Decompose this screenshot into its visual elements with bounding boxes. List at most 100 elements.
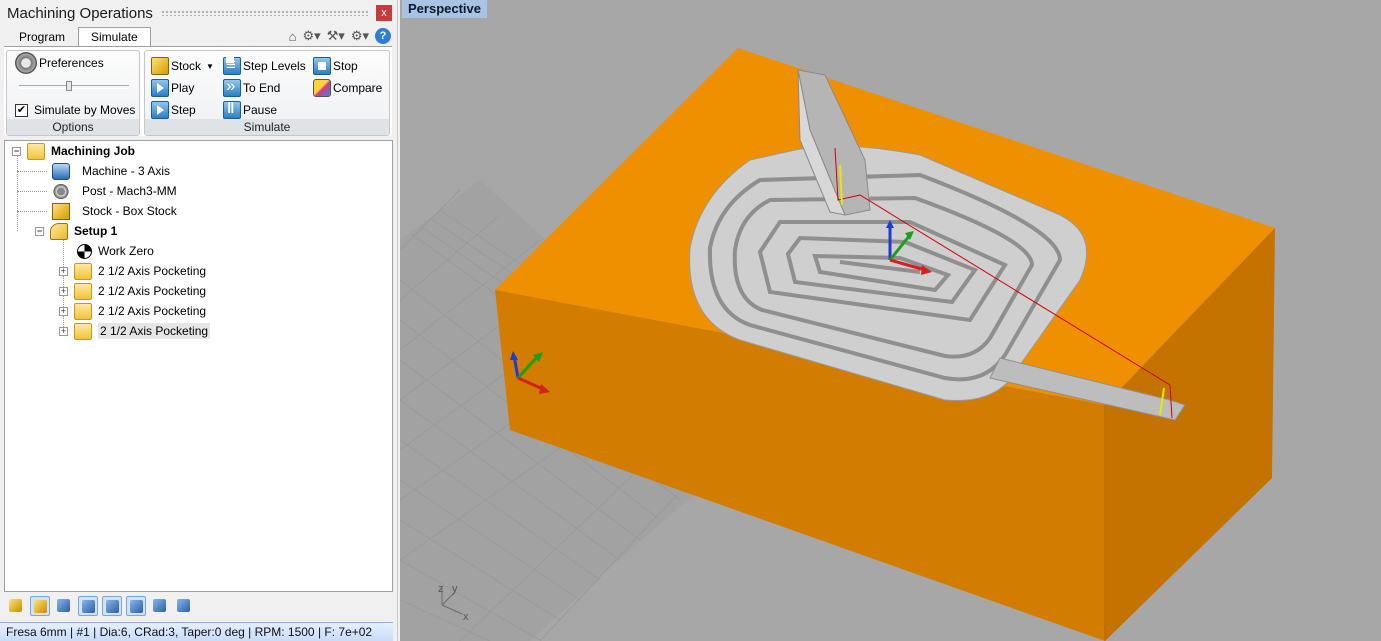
play-label: Play xyxy=(171,81,195,95)
axis-label-y: y xyxy=(452,583,458,595)
play-icon xyxy=(151,79,169,97)
generate-post-icon[interactable] xyxy=(174,596,194,616)
compare-label: Compare xyxy=(333,81,383,95)
tree-node-operation[interactable]: + 2 1/2 Axis Pocketing xyxy=(59,281,206,301)
to-end-label: To End xyxy=(243,81,281,95)
tree-node-stock[interactable]: Stock - Box Stock xyxy=(52,201,177,221)
tree-node-operation[interactable]: + 2 1/2 Axis Pocketing xyxy=(59,261,206,281)
machine-setup-icon[interactable] xyxy=(6,596,26,616)
tree-node-label: Setup 1 xyxy=(74,224,118,238)
pause-icon xyxy=(223,100,241,119)
compare-button[interactable]: Compare xyxy=(313,78,382,98)
bottom-toolbar xyxy=(4,594,194,618)
tree-node-label: Post - Mach3-MM xyxy=(82,184,177,198)
stop-icon xyxy=(313,57,331,75)
tree-node-label: Stock - Box Stock xyxy=(82,204,177,218)
folder-icon xyxy=(74,322,92,340)
machining-operations-panel: Machining Operations x Program Simulate … xyxy=(0,0,398,641)
step-button[interactable]: Step xyxy=(151,100,196,120)
scene-canvas: z y x xyxy=(400,48,1275,641)
checkmark-icon[interactable]: ✔ xyxy=(15,103,28,117)
stock-setup-icon[interactable] xyxy=(30,596,50,616)
tree-line xyxy=(17,171,47,172)
simulate-by-moves-checkbox[interactable]: ✔ Simulate by Moves xyxy=(15,100,135,120)
tree-node-label: Machine - 3 Axis xyxy=(82,164,171,178)
tools-icon[interactable]: ⚒▾ xyxy=(327,28,345,44)
display-options-icon[interactable]: ⚙▾ xyxy=(302,28,320,44)
tab-simulate[interactable]: Simulate xyxy=(78,27,151,47)
stock-box-icon xyxy=(52,202,70,220)
expand-icon[interactable]: + xyxy=(59,326,68,336)
perspective-viewport[interactable]: z y x Perspective xyxy=(400,0,1381,641)
step-levels-icon xyxy=(223,55,241,75)
tree-node-label: 2 1/2 Axis Pocketing xyxy=(98,264,207,278)
stop-button[interactable]: Stop xyxy=(313,56,358,76)
status-bar: Fresa 6mm | #1 | Dia:6, CRad:3, Taper:0 … xyxy=(0,622,393,641)
tree-node-label: 2 1/2 Axis Pocketing xyxy=(98,284,207,298)
step-icon xyxy=(151,101,169,119)
folder-icon xyxy=(74,282,92,300)
tree-line xyxy=(17,191,47,192)
simulate-group-label: Simulate xyxy=(145,119,389,135)
to-end-button[interactable]: To End xyxy=(223,76,281,98)
chevron-down-icon: ▼ xyxy=(206,61,214,71)
options-group-label: Options xyxy=(7,119,139,135)
tree-node-machine[interactable]: Machine - 3 Axis xyxy=(52,161,170,181)
settings-icon[interactable]: ⚙▾ xyxy=(351,28,369,44)
tree-line xyxy=(17,155,18,231)
stock-button[interactable]: Stock ▼ xyxy=(151,56,214,76)
step-levels-button[interactable]: Step Levels xyxy=(223,55,306,76)
collapse-ribbon-icon[interactable]: ⌂ xyxy=(289,29,297,44)
panel-title-bar: Machining Operations x xyxy=(0,0,398,26)
tree-node-label: 2 1/2 Axis Pocketing xyxy=(98,304,207,318)
tools-library-icon[interactable] xyxy=(78,596,98,616)
folder-icon xyxy=(74,302,92,320)
tree-node-label: 2 1/2 Axis Pocketing xyxy=(98,323,211,339)
post-processor-icon xyxy=(52,182,70,200)
stock-icon xyxy=(151,57,169,75)
tree-node-operation[interactable]: + 2 1/2 Axis Pocketing xyxy=(59,301,206,321)
options-group: Preferences ✔ Simulate by Moves Options xyxy=(6,50,140,136)
feeds-speeds-icon[interactable] xyxy=(102,596,122,616)
job-folder-icon xyxy=(27,142,45,160)
expand-icon[interactable]: + xyxy=(59,266,68,276)
collapse-icon[interactable]: − xyxy=(35,226,44,236)
preferences-label: Preferences xyxy=(39,56,104,70)
play-button[interactable]: Play xyxy=(151,78,194,98)
preferences-button[interactable]: Preferences xyxy=(15,52,104,74)
stock-label: Stock xyxy=(171,59,202,73)
slider-thumb[interactable] xyxy=(66,81,72,91)
axis-label-z: z xyxy=(438,583,444,595)
machine-icon xyxy=(52,162,70,180)
tree-node-label: Work Zero xyxy=(98,244,154,258)
help-icon[interactable]: ? xyxy=(375,28,391,44)
axis-label-x: x xyxy=(463,611,469,623)
step-label: Step xyxy=(171,103,196,117)
fast-forward-icon xyxy=(223,76,241,97)
step-levels-label: Step Levels xyxy=(243,59,306,73)
tree-node-label: Machining Job xyxy=(51,144,135,158)
close-icon[interactable]: x xyxy=(376,5,392,21)
simulation-speed-slider[interactable] xyxy=(19,81,129,91)
viewport-title[interactable]: Perspective xyxy=(402,0,487,18)
panel-toolbar-icons: ⌂ ⚙▾ ⚒▾ ⚙▾ ? xyxy=(289,26,391,46)
tree-node-setup[interactable]: − Setup 1 xyxy=(35,221,117,241)
work-zero-icon xyxy=(77,243,92,259)
panel-grip[interactable] xyxy=(160,10,368,16)
expand-icon[interactable]: + xyxy=(59,286,68,296)
simulation-tool-icon[interactable] xyxy=(150,596,170,616)
tree-node-post[interactable]: Post - Mach3-MM xyxy=(52,181,177,201)
expand-icon[interactable]: + xyxy=(59,306,68,316)
pause-button[interactable]: Pause xyxy=(223,100,277,120)
stop-label: Stop xyxy=(333,59,358,73)
tree-node-machining-job[interactable]: − Machining Job xyxy=(12,141,135,161)
setup-icon xyxy=(50,222,68,240)
toolpath-display-icon[interactable] xyxy=(126,596,146,616)
tree-line xyxy=(17,211,47,212)
tree-node-operation-selected[interactable]: + 2 1/2 Axis Pocketing xyxy=(59,321,211,341)
tree-node-work-zero[interactable]: Work Zero xyxy=(77,241,154,261)
tab-program[interactable]: Program xyxy=(6,27,78,47)
collapse-icon[interactable]: − xyxy=(12,146,21,156)
post-processor-tool-icon[interactable] xyxy=(54,596,74,616)
simulate-by-moves-label: Simulate by Moves xyxy=(34,103,136,117)
